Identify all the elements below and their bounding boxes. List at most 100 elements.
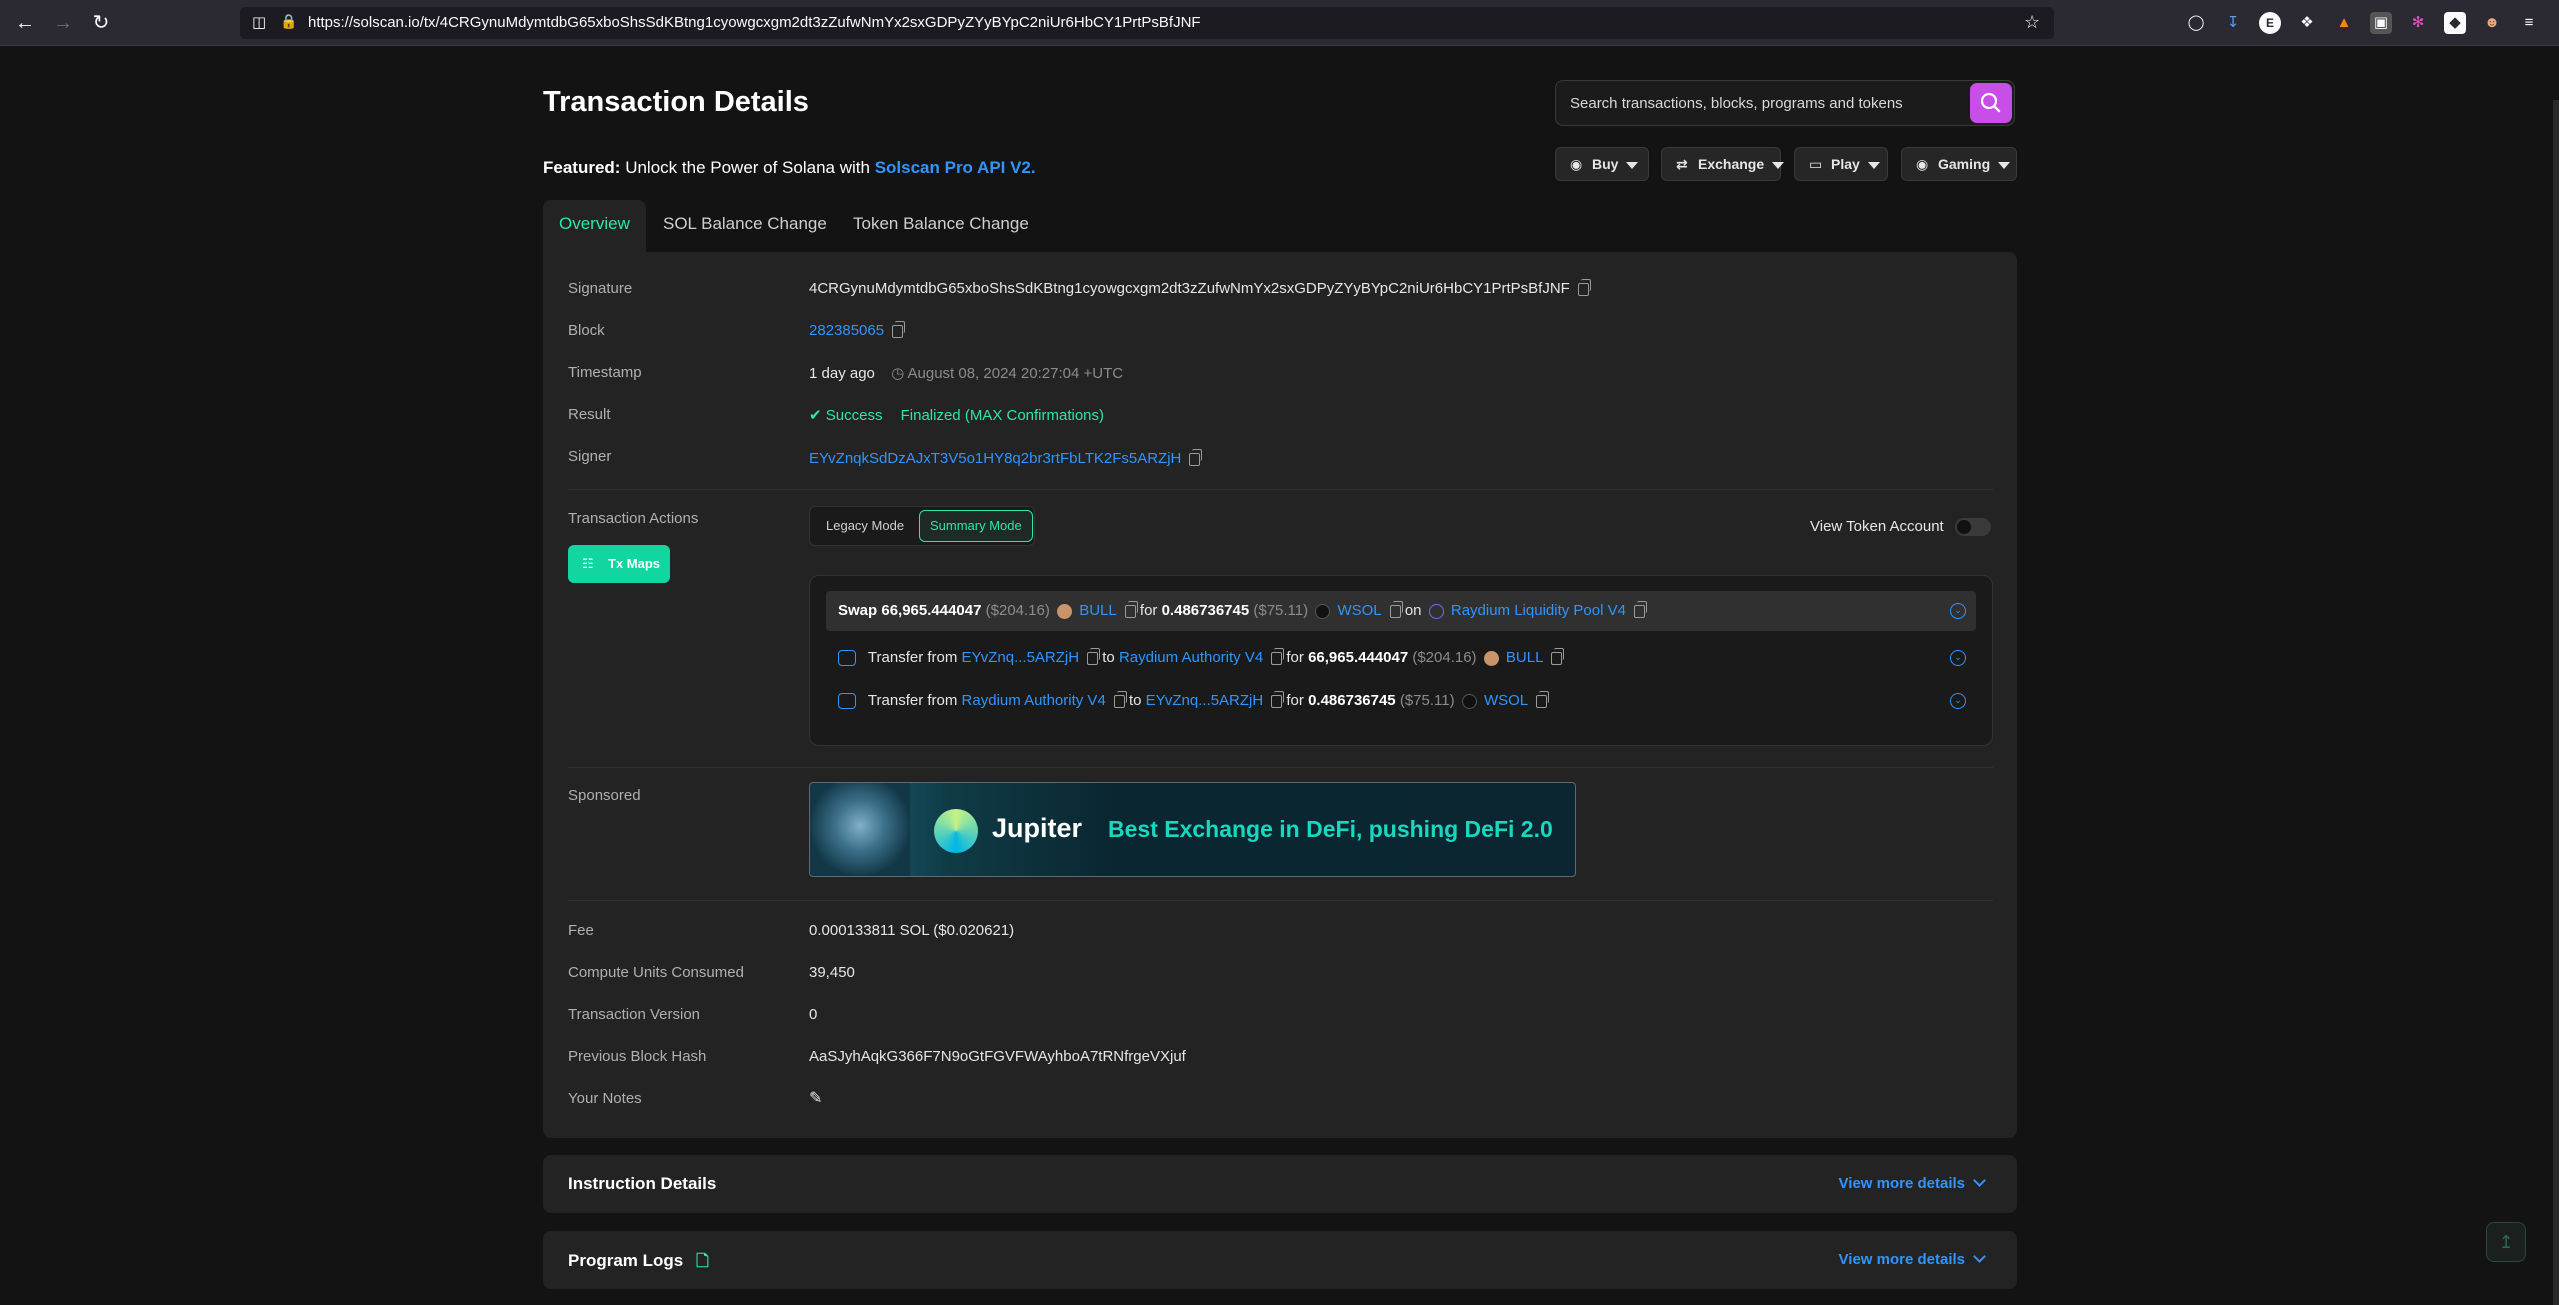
result-status: Success: [825, 407, 883, 424]
download-icon[interactable]: ↧: [2222, 12, 2244, 34]
tab-overview[interactable]: Overview: [543, 200, 646, 254]
expand-chevron-icon[interactable]: ⌄: [1950, 693, 1966, 709]
result-value: ✔ Success Finalized (MAX Confirmations): [809, 406, 1104, 424]
swap-token-out-link[interactable]: WSOL: [1337, 602, 1381, 619]
program-logs-view-more[interactable]: View more details: [1839, 1250, 1986, 1268]
expand-chevron-icon[interactable]: ⌄: [1950, 650, 1966, 666]
astronaut-cat-image: [810, 783, 910, 876]
compute-units-value: 39,450: [809, 964, 855, 981]
swap-usd-out: ($75.11): [1253, 602, 1309, 619]
block-label: Block: [568, 322, 605, 339]
swap-pool-link[interactable]: Raydium Liquidity Pool V4: [1451, 602, 1626, 619]
transfer-action-row: Transfer from Raydium Authority V4 to EY…: [826, 681, 1976, 721]
fee-value: 0.000133811 SOL ($0.020621): [809, 922, 1015, 939]
monitor-icon: ▭: [1809, 156, 1823, 172]
copy-icon[interactable]: [1551, 647, 1565, 665]
search-input[interactable]: [1570, 91, 1970, 115]
program-logs-section[interactable]: Program Logs 🗋 View more details: [543, 1231, 2017, 1289]
timestamp-absolute: August 08, 2024 20:27:04 +UTC: [907, 365, 1124, 382]
transfer-to-link[interactable]: Raydium Authority V4: [1119, 649, 1263, 666]
instruction-details-section[interactable]: Instruction Details View more details: [543, 1155, 2017, 1213]
copy-icon[interactable]: [1577, 278, 1591, 296]
swap-token-in-link[interactable]: BULL: [1079, 602, 1117, 619]
gaming-menu[interactable]: ◉ Gaming: [1901, 147, 2017, 181]
divider: [568, 767, 1993, 768]
transfer-usd: ($204.16): [1412, 649, 1477, 666]
tx-maps-button[interactable]: ☷ Tx Maps: [568, 545, 670, 583]
lock-icon[interactable]: 🔒: [280, 13, 297, 30]
copy-icon[interactable]: [1633, 600, 1647, 618]
view-token-account-toggle[interactable]: [1955, 518, 1991, 536]
transfer-from-link[interactable]: EYvZnq...5ARZjH: [962, 649, 1080, 666]
search-button[interactable]: [1970, 83, 2012, 123]
reload-icon[interactable]: ↻: [89, 11, 113, 35]
gamepad-icon: ◉: [1916, 156, 1929, 172]
forward-icon[interactable]: →: [51, 11, 75, 35]
menu-hamburger-icon[interactable]: ≡: [2518, 12, 2540, 34]
exchange-menu[interactable]: ⇄ Exchange: [1661, 147, 1785, 181]
transfer-to-word: to: [1128, 692, 1142, 709]
copy-icon[interactable]: [1271, 690, 1285, 708]
fee-label: Fee: [568, 922, 594, 939]
buy-menu[interactable]: ◉ Buy: [1555, 147, 1649, 181]
url-text[interactable]: https://solscan.io/tx/4CRGynuMdymtdbG65x…: [308, 14, 1201, 31]
copy-icon[interactable]: [1124, 600, 1138, 618]
back-icon[interactable]: ←: [13, 11, 37, 35]
shield-icon[interactable]: ◫: [252, 13, 266, 31]
block-link[interactable]: 282385065: [809, 322, 884, 339]
expand-chevron-icon[interactable]: ⌄: [1950, 603, 1966, 619]
copy-icon[interactable]: [1113, 690, 1127, 708]
signature-value: 4CRGynuMdymtdbG65xboShsSdKBtng1cyowgcxgm…: [809, 278, 1591, 297]
search-box[interactable]: [1555, 80, 2015, 126]
copy-icon[interactable]: [1271, 647, 1285, 665]
copy-icon[interactable]: [1389, 600, 1403, 618]
play-menu[interactable]: ▭ Play: [1794, 147, 1888, 181]
jupiter-logo-icon: [934, 809, 978, 853]
sponsored-banner[interactable]: Jupiter Best Exchange in DeFi, pushing D…: [809, 782, 1576, 877]
transaction-version-value: 0: [809, 1006, 818, 1023]
swap-on: on: [1404, 602, 1422, 619]
swap-verb: Swap: [838, 602, 878, 619]
copy-icon[interactable]: [1087, 647, 1101, 665]
featured-link[interactable]: Solscan Pro API V2.: [875, 158, 1036, 177]
wsol-token-icon: [1315, 603, 1331, 619]
summary-mode-button[interactable]: Summary Mode: [919, 510, 1033, 542]
transfer-amount: 0.486736745: [1308, 692, 1396, 709]
scroll-to-top-button[interactable]: ↥: [2486, 1222, 2526, 1262]
extension-wallet-icon[interactable]: ◆: [2444, 12, 2466, 34]
instruction-details-view-more[interactable]: View more details: [1838, 1174, 1986, 1192]
edit-pencil-icon[interactable]: ✎: [809, 1088, 822, 1108]
tab-sol-balance-change[interactable]: SOL Balance Change: [647, 200, 843, 254]
copy-icon[interactable]: [892, 320, 906, 338]
pocket-icon[interactable]: ◯: [2185, 12, 2207, 34]
extension-window-icon[interactable]: ▣: [2370, 12, 2392, 34]
tab-token-balance-change[interactable]: Token Balance Change: [837, 200, 1045, 254]
legacy-mode-button[interactable]: Legacy Mode: [818, 512, 912, 540]
signer-link[interactable]: EYvZnqkSdDzAJxT3V5o1HY8q2br3rtFbLTK2Fs5A…: [809, 450, 1181, 467]
transfer-from-link[interactable]: Raydium Authority V4: [962, 692, 1106, 709]
chevron-down-icon: [1998, 161, 2011, 169]
divider: [568, 900, 1993, 901]
browser-toolbar: ← → ↻ ◫ 🔒 https://solscan.io/tx/4CRGynuM…: [0, 0, 2559, 46]
profile-avatar-icon[interactable]: ☻: [2481, 12, 2503, 34]
transaction-version-label: Transaction Version: [568, 1006, 701, 1023]
copy-icon[interactable]: [1189, 448, 1203, 466]
transfer-token-link[interactable]: WSOL: [1484, 692, 1528, 709]
transfer-token-link[interactable]: BULL: [1506, 649, 1544, 666]
bull-token-icon: [1483, 650, 1499, 666]
metamask-fox-icon[interactable]: ▲: [2333, 12, 2355, 34]
bookmark-star-icon[interactable]: ☆: [2024, 12, 2040, 33]
extension-e-icon[interactable]: E: [2259, 12, 2281, 34]
mode-switch: Legacy Mode Summary Mode: [809, 506, 1035, 546]
swap-amount-out: 0.486736745: [1161, 602, 1250, 619]
wsol-token-icon: [1461, 693, 1477, 709]
transfer-to-word: to: [1102, 649, 1115, 666]
copy-icon[interactable]: [1536, 690, 1550, 708]
transfer-to-link[interactable]: EYvZnq...5ARZjH: [1146, 692, 1264, 709]
view-more-label: View more details: [1838, 1175, 1965, 1192]
page-scrollbar[interactable]: [2553, 100, 2559, 1305]
address-bar[interactable]: ◫ 🔒 https://solscan.io/tx/4CRGynuMdymtdb…: [240, 7, 2054, 39]
extensions-puzzle-icon[interactable]: ❖: [2296, 12, 2318, 34]
transfer-for: for: [1286, 692, 1304, 709]
extension-color-icon[interactable]: ✻: [2407, 12, 2429, 34]
